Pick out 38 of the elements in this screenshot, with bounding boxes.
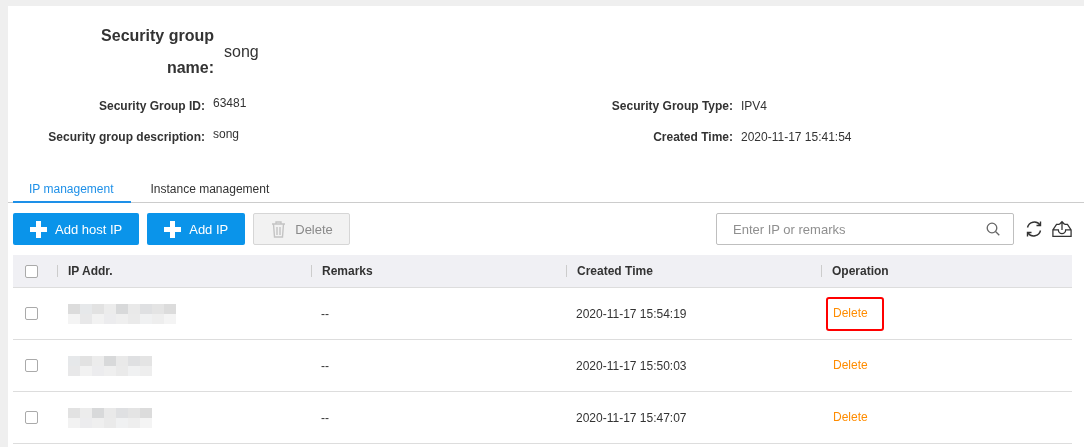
select-all-checkbox[interactable] — [25, 264, 38, 278]
delete-link[interactable]: Delete — [826, 296, 884, 331]
field-label: Security Group ID: — [98, 98, 205, 115]
upload-tray-icon[interactable] — [1052, 219, 1072, 239]
plus-icon — [30, 220, 47, 238]
field-value: 2020-11-17 15:41:54 — [740, 129, 853, 146]
field-label: Created Time: — [652, 129, 733, 146]
tab[interactable]: IP management — [13, 176, 131, 203]
table-cell-text: 2020-11-17 15:54:19 — [575, 306, 688, 321]
plus-icon — [164, 220, 182, 238]
field-value: IPV4 — [740, 98, 768, 115]
field-value: song — [224, 43, 259, 61]
table-cell-text: -- — [320, 306, 330, 321]
search-icon[interactable] — [986, 222, 1000, 236]
tab[interactable]: Instance management — [134, 176, 287, 203]
search-field[interactable]: Enter IP or remarks — [716, 213, 1014, 245]
refresh-icon[interactable] — [1024, 219, 1044, 239]
row-checkbox[interactable] — [25, 411, 38, 424]
trash-icon — [270, 220, 288, 238]
add-button[interactable]: Add host IP — [13, 213, 140, 245]
field-value: 63481 — [212, 95, 248, 112]
table-cell-text: 2020-11-17 15:47:07 — [575, 410, 688, 425]
table-cell-text: -- — [320, 410, 330, 425]
column-header: Operation — [821, 265, 1072, 277]
row-checkbox[interactable] — [25, 307, 38, 320]
column-header: Remarks — [311, 265, 566, 277]
field-value: song — [212, 126, 241, 143]
field-label: Security group name: — [100, 26, 214, 78]
field-label: Security group description: — [47, 129, 205, 146]
field-label: Security Group Type: — [610, 98, 733, 115]
column-header: IP Addr. — [57, 265, 311, 277]
table-cell-text: -- — [320, 358, 330, 373]
delete-link[interactable]: Delete — [826, 348, 884, 383]
add-button[interactable]: Add IP — [147, 213, 246, 245]
delete-link[interactable]: Delete — [826, 400, 884, 435]
table-cell-text: 2020-11-17 15:50:03 — [575, 358, 688, 373]
row-checkbox[interactable] — [25, 359, 38, 372]
column-header: Created Time — [566, 265, 821, 277]
